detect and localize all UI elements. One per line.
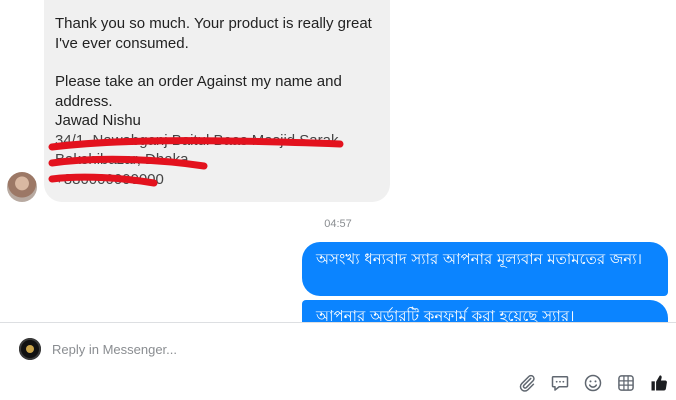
customer-address: 34/1, Nawabganj Baitul Baas Masjid Sarak… bbox=[55, 131, 339, 188]
outgoing-message-bubble[interactable]: আপনার অর্ডারটি কনফার্ম করা হয়েছে স্যার। bbox=[302, 300, 668, 322]
customer-name: Jawad Nishu bbox=[55, 112, 141, 129]
outgoing-message-text: অসংখ্য ধন্যবাদ স্যার আপনার মূল্যবান মতাম… bbox=[316, 250, 642, 268]
message-thread: Thank you so much. Your product is reall… bbox=[0, 0, 676, 322]
reply-input[interactable] bbox=[52, 337, 612, 361]
sender-avatar[interactable] bbox=[7, 172, 37, 202]
composer-toolbar bbox=[505, 372, 670, 394]
gif-icon[interactable] bbox=[615, 372, 637, 394]
outgoing-message-bubble[interactable]: অসংখ্য ধন্যবাদ স্যার আপনার মূল্যবান মতাম… bbox=[302, 242, 668, 296]
chat-bubble-icon[interactable] bbox=[549, 372, 571, 394]
thumbs-up-icon[interactable] bbox=[648, 372, 670, 394]
incoming-message-bubble[interactable]: Thank you so much. Your product is reall… bbox=[44, 0, 390, 202]
message-timestamp: 04:57 bbox=[324, 218, 352, 230]
outgoing-message-text: আপনার অর্ডারটি কনফার্ম করা হয়েছে স্যার। bbox=[316, 307, 575, 322]
attachment-icon[interactable] bbox=[516, 372, 538, 394]
message-text-order-request: Please take an order Against my name and… bbox=[55, 73, 342, 110]
message-text-thanks: Thank you so much. Your product is reall… bbox=[55, 15, 372, 52]
message-composer bbox=[0, 322, 676, 400]
emoji-icon[interactable] bbox=[582, 372, 604, 394]
page-avatar bbox=[19, 338, 41, 360]
